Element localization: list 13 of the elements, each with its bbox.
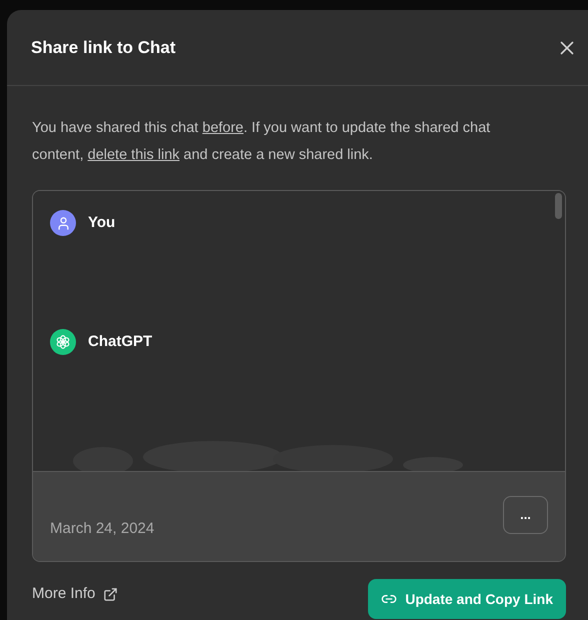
user-avatar-icon [50, 210, 76, 236]
share-date: March 24, 2024 [50, 518, 154, 538]
scrollbar-thumb[interactable] [555, 193, 562, 219]
notice-link[interactable]: before [202, 120, 244, 136]
message-author: You [88, 212, 116, 233]
more-options-button[interactable]: ... [503, 496, 548, 534]
external-link-icon [103, 586, 118, 602]
message-author: ChatGPT [88, 332, 152, 352]
notice-link[interactable]: delete this link [88, 147, 180, 163]
share-notice: You have shared this chat before. If you want to update the shared chat content, delete this link and create a new shared link. [32, 119, 492, 165]
flower-logo-icon [50, 329, 76, 355]
dialog-title: Share link to Chat [31, 36, 176, 59]
more-info-link[interactable]: More Info [32, 583, 118, 606]
